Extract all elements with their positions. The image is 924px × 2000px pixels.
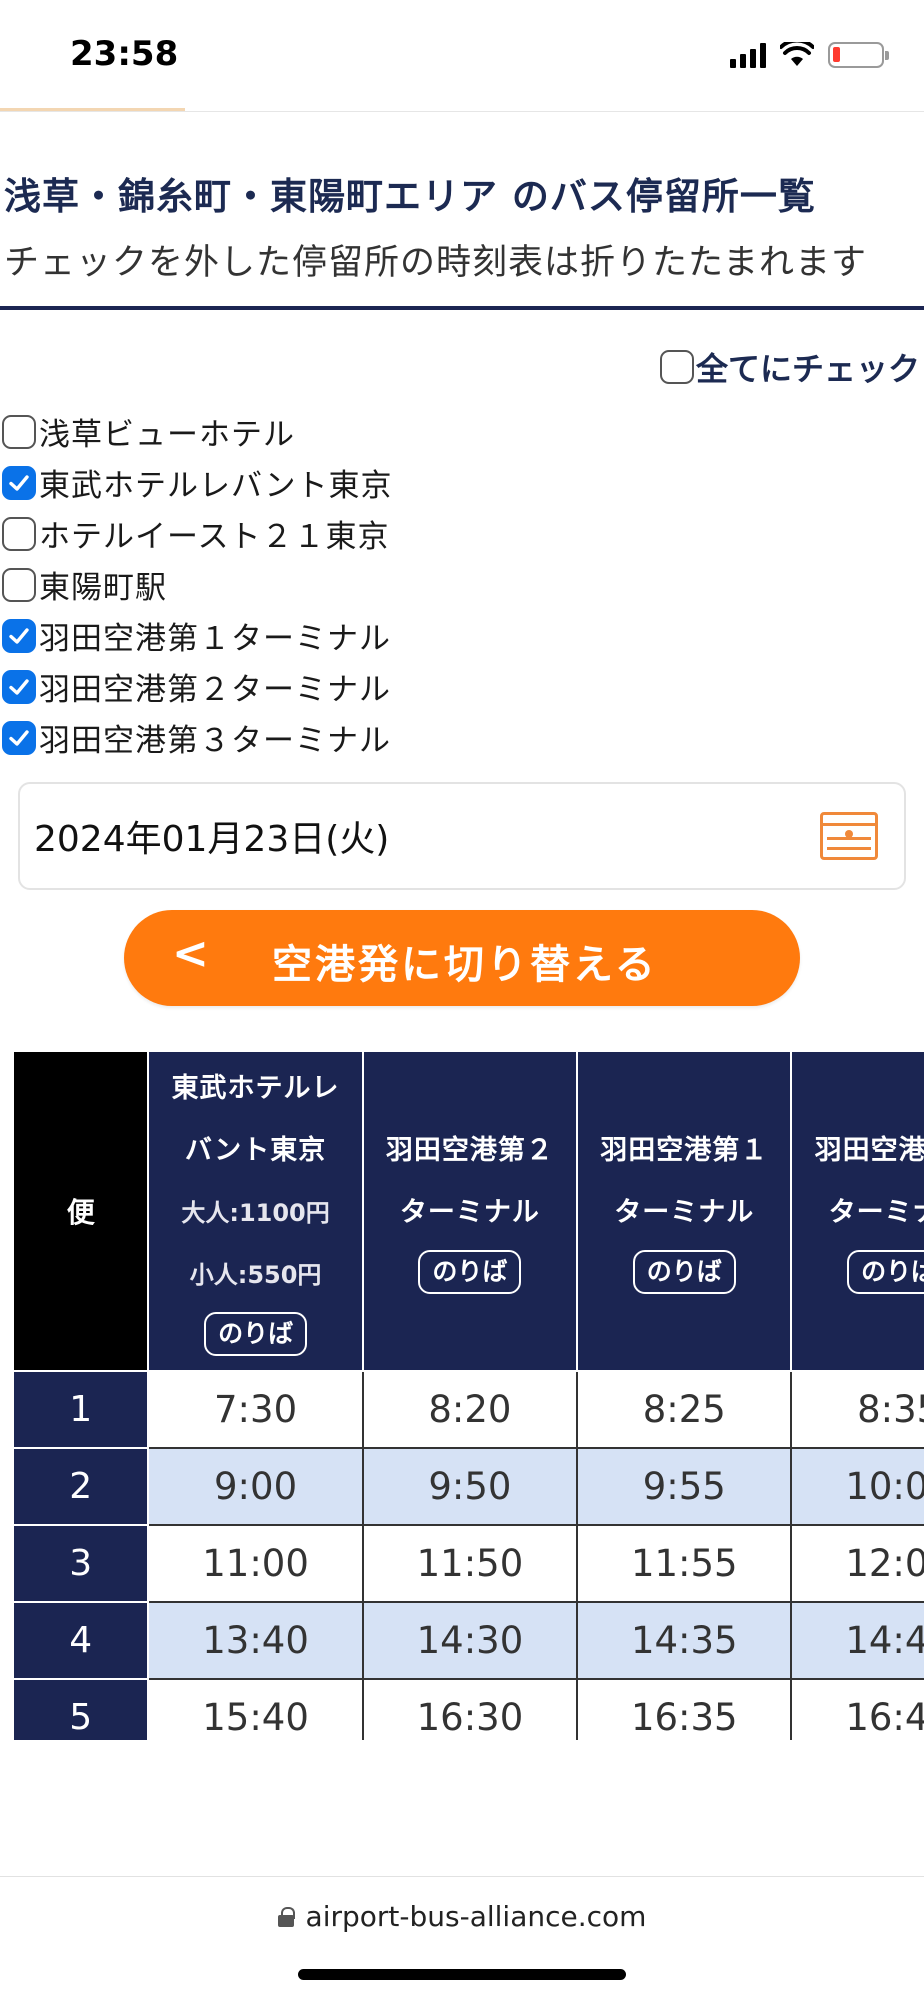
chevron-left-icon: < (172, 928, 209, 979)
departure-time: 7:30 (147, 1370, 364, 1449)
page-subtitle: チェックを外した停留所の時刻表は折りたたまれます (4, 243, 867, 283)
stop-item[interactable]: ホテルイースト２１東京 (2, 508, 393, 559)
stop-label: 東陽町駅 (39, 570, 167, 606)
departure-time: 14:45 (790, 1601, 924, 1680)
departure-time: 16:35 (576, 1678, 793, 1740)
departure-time: 14:30 (361, 1601, 579, 1680)
battery-level (833, 47, 840, 62)
stop-item[interactable]: 東武ホテルレバント東京 (2, 457, 393, 508)
stop-checkbox[interactable] (2, 414, 36, 449)
url-text[interactable]: airport-bus-alliance.com (306, 1900, 647, 1933)
departure-time: 11:50 (361, 1524, 579, 1603)
timetable-header-row: 便 東武ホテルレ バント東京 大人:1100円 小人:550円 のりば 羽田空港… (12, 1050, 924, 1372)
stop-item[interactable]: 羽田空港第１ターミナル (2, 610, 393, 661)
table-row: 4 13:40 14:30 14:35 14:45 (12, 1601, 924, 1680)
wifi-icon (780, 42, 814, 66)
bin-number: 2 (12, 1447, 150, 1526)
status-time: 23:58 (70, 34, 179, 74)
bin-header: 便 (12, 1050, 150, 1372)
stop-label: 羽田空港第１ターミナル (39, 621, 391, 657)
stop-checkbox[interactable] (2, 669, 36, 704)
departure-time: 15:40 (147, 1678, 364, 1740)
table-row: 1 7:30 8:20 8:25 8:35 (12, 1370, 924, 1449)
stop-column-name: 羽田空港第２ ターミナル (385, 1135, 554, 1228)
bin-number: 5 (12, 1678, 150, 1740)
check-all-checkbox[interactable] (659, 350, 694, 384)
departure-time: 8:25 (576, 1370, 793, 1449)
fare-child: 小人:550円 (189, 1261, 322, 1289)
url-bar[interactable]: airport-bus-alliance.com (0, 1900, 924, 1933)
page-title: 浅草・錦糸町・東陽町エリア のバス停留所一覧 (4, 175, 816, 218)
stop-checkbox[interactable] (2, 618, 36, 653)
signal-icon (730, 42, 766, 68)
stop-item[interactable]: 浅草ビューホテル (2, 406, 393, 457)
departure-time: 10:05 (790, 1447, 924, 1526)
noriba-button[interactable]: のりば (418, 1250, 522, 1294)
departure-time: 13:40 (147, 1601, 364, 1680)
stop-column-name: 羽田空港第１ ターミナル (600, 1135, 769, 1228)
departure-time: 14:35 (576, 1601, 793, 1680)
stop-column-header: 羽田空港第１ ターミナル のりば (576, 1050, 793, 1372)
stop-column-name: 東武ホテルレ バント東京 (171, 1073, 340, 1166)
departure-time: 11:00 (147, 1524, 364, 1603)
stop-column-name: 羽田空港第３ ターミナル (814, 1135, 924, 1228)
url-divider (0, 1876, 924, 1877)
departure-time: 12:05 (790, 1524, 924, 1603)
date-value: 2024年01月23日(火) (34, 819, 390, 860)
status-icons (730, 42, 889, 68)
stop-label: 羽田空港第２ターミナル (39, 672, 391, 708)
status-bar: 23:58 (0, 0, 924, 112)
title-rule (0, 306, 924, 310)
departure-time: 11:55 (576, 1524, 793, 1603)
stop-checkbox[interactable] (2, 465, 36, 500)
stop-label: 東武ホテルレバント東京 (39, 468, 393, 504)
check-all-toggle[interactable]: 全てにチェック (659, 344, 920, 390)
fare-adult: 大人:1100円 (181, 1199, 330, 1227)
stop-column-header: 羽田空港第３ ターミナル のりば (790, 1050, 924, 1372)
bin-number: 4 (12, 1601, 150, 1680)
departure-time: 8:20 (361, 1370, 579, 1449)
table-row: 5 15:40 16:30 16:35 16:45 (12, 1678, 924, 1740)
timetable[interactable]: 便 東武ホテルレ バント東京 大人:1100円 小人:550円 のりば 羽田空港… (12, 1050, 924, 1740)
switch-direction-label: 空港発に切り替える (272, 942, 658, 988)
departure-time: 9:55 (576, 1447, 793, 1526)
stop-list: 浅草ビューホテル 東武ホテルレバント東京 ホテルイースト２１東京 東陽町駅 羽田… (2, 406, 393, 763)
stop-item[interactable]: 羽田空港第３ターミナル (2, 712, 393, 763)
battery-icon (828, 42, 889, 68)
date-picker-field[interactable]: 2024年01月23日(火) (18, 782, 906, 890)
departure-time: 16:45 (790, 1678, 924, 1740)
table-row: 2 9:00 9:50 9:55 10:05 (12, 1447, 924, 1526)
table-row: 3 11:00 11:50 11:55 12:05 (12, 1524, 924, 1603)
departure-time: 9:00 (147, 1447, 364, 1526)
switch-direction-button[interactable]: < 空港発に切り替える (124, 910, 800, 1006)
bin-number: 1 (12, 1370, 150, 1449)
stop-item[interactable]: 東陽町駅 (2, 559, 393, 610)
noriba-button[interactable]: のりば (204, 1312, 308, 1356)
lock-icon (277, 1906, 295, 1927)
stop-label: ホテルイースト２１東京 (39, 519, 390, 555)
noriba-button[interactable]: のりば (847, 1250, 924, 1294)
departure-time: 9:50 (361, 1447, 579, 1526)
bin-number: 3 (12, 1524, 150, 1603)
stop-column-header: 東武ホテルレ バント東京 大人:1100円 小人:550円 のりば (147, 1050, 364, 1372)
stop-label: 羽田空港第３ターミナル (39, 723, 391, 759)
home-indicator[interactable] (298, 1969, 626, 1980)
stop-checkbox[interactable] (2, 567, 36, 602)
departure-time: 16:30 (361, 1678, 579, 1740)
calendar-icon[interactable] (820, 812, 878, 860)
stop-label: 浅草ビューホテル (39, 417, 295, 453)
departure-time: 8:35 (790, 1370, 924, 1449)
noriba-button[interactable]: のりば (632, 1250, 736, 1294)
stop-column-header: 羽田空港第２ ターミナル のりば (361, 1050, 579, 1372)
stop-item[interactable]: 羽田空港第２ターミナル (2, 661, 393, 712)
check-all-label: 全てにチェック (695, 350, 920, 388)
status-divider (0, 111, 924, 112)
stop-checkbox[interactable] (2, 720, 36, 755)
stop-checkbox[interactable] (2, 516, 36, 551)
